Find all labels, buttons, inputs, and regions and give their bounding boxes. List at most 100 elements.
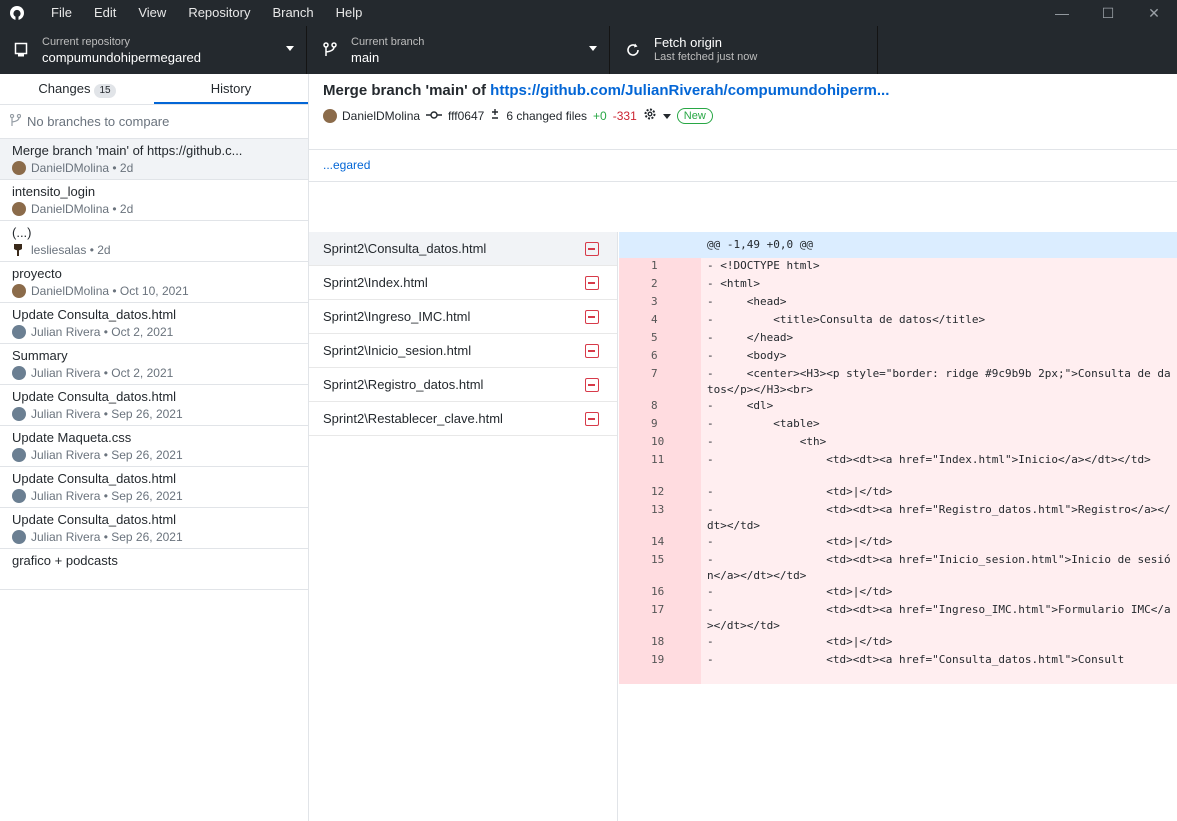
diff-icon [490, 108, 500, 123]
diff-line[interactable]: 9 - <table> [619, 416, 1177, 434]
menu-edit[interactable]: Edit [83, 0, 127, 26]
file-path: Sprint2\Index.html [323, 275, 428, 290]
commit-date: Oct 2, 2021 [111, 366, 174, 380]
commit-item[interactable]: Update Consulta_datos.html Julian Rivera… [0, 303, 308, 344]
commit-date: Sep 26, 2021 [111, 530, 183, 544]
hunk-text: @@ -1,49 +0,0 @@ [707, 238, 813, 251]
commit-item[interactable]: Merge branch 'main' of https://github.c.… [0, 139, 308, 180]
menu-branch[interactable]: Branch [261, 0, 324, 26]
diff-lines: 1 - <!DOCTYPE html> 2 - <html> 3 - <head> 4 - <… [619, 258, 1177, 684]
deletions-count: -331 [612, 108, 637, 123]
diff-line[interactable]: 16 - <td>|</td> [619, 584, 1177, 602]
file-item[interactable]: Sprint2\Index.html [309, 266, 617, 300]
file-item[interactable]: Sprint2\Inicio_sesion.html [309, 334, 617, 368]
diff-line[interactable]: 7- <center><H3><p style="border: ridge #… [619, 366, 1177, 398]
commit-sha[interactable]: fff0647 [448, 109, 484, 123]
line-number: 14 [619, 534, 701, 552]
branch-compare-icon [9, 113, 22, 130]
minimize-button[interactable]: — [1039, 0, 1085, 26]
diff-line[interactable]: 12 - <td>|</td> [619, 484, 1177, 502]
commit-author: lesliesalas [31, 243, 87, 257]
commit-item[interactable]: intensito_login DanielDMolina • 2d [0, 180, 308, 221]
menu-help[interactable]: Help [325, 0, 374, 26]
commit-description[interactable]: ...egared [309, 150, 1177, 182]
commit-item[interactable]: Update Maqueta.css Julian Rivera • Sep 2… [0, 426, 308, 467]
line-number: 2 [619, 276, 701, 294]
line-number: 11 [619, 452, 701, 484]
changes-count-badge: 15 [94, 84, 116, 98]
close-button[interactable]: ✕ [1131, 0, 1177, 26]
diff-line[interactable]: 11 - <td><dt><a href="Index.html">Inicio<… [619, 452, 1177, 484]
menu-file[interactable]: File [40, 0, 83, 26]
diff-line[interactable]: 6 - <body> [619, 348, 1177, 366]
file-deleted-icon [585, 412, 599, 426]
diff-line[interactable]: 8 - <dl> [619, 398, 1177, 416]
file-item[interactable]: Sprint2\Ingreso_IMC.html [309, 300, 617, 334]
commit-item[interactable]: Update Consulta_datos.html Julian Rivera… [0, 467, 308, 508]
commit-item[interactable]: proyecto DanielDMolina • Oct 10, 2021 [0, 262, 308, 303]
fetch-origin-button[interactable]: Fetch origin Last fetched just now [610, 26, 878, 74]
line-number: 16 [619, 584, 701, 602]
file-item[interactable]: Sprint2\Consulta_datos.html [309, 232, 617, 266]
diff-line[interactable]: 2 - <html> [619, 276, 1177, 294]
avatar [12, 489, 26, 503]
commit-date: Sep 26, 2021 [111, 448, 183, 462]
diff-view: @@ -1,49 +0,0 @@ 1 - <!DOCTYPE html> 2 - <h… [619, 232, 1177, 821]
line-number: 1 [619, 258, 701, 276]
line-content: - <td><dt><a href="Inicio_sesion.html">I… [707, 553, 1171, 582]
diff-line[interactable]: 15- <td><dt><a href="Inicio_sesion.html"… [619, 552, 1177, 584]
commit-item[interactable]: (...) lesliesalas • 2d [0, 221, 308, 262]
line-number: 7 [619, 366, 701, 398]
diff-line[interactable]: 4 - <title>Consulta de datos</title> [619, 312, 1177, 330]
avatar [12, 366, 26, 380]
diff-line[interactable]: 13- <td><dt><a href="Registro_datos.html… [619, 502, 1177, 534]
menu-repository[interactable]: Repository [177, 0, 261, 26]
commit-title: Merge branch 'main' of https://github.c.… [12, 143, 243, 158]
diff-line[interactable]: 18 - <td>|</td> [619, 634, 1177, 652]
commit-author: Julian Rivera [31, 530, 101, 544]
commit-title: Update Consulta_datos.html [12, 512, 177, 527]
diff-line[interactable]: 3 - <head> [619, 294, 1177, 312]
commit-summary-text: Merge branch 'main' of [323, 82, 491, 99]
commit-author: DanielDMolina [31, 161, 110, 175]
diff-line[interactable]: 10 - <th> [619, 434, 1177, 452]
avatar [12, 161, 26, 175]
menu-view[interactable]: View [127, 0, 177, 26]
avatar [12, 407, 26, 421]
file-deleted-icon [585, 378, 599, 392]
line-number: 4 [619, 312, 701, 330]
line-content: - <dl> [707, 399, 774, 412]
diff-line[interactable]: 1 - <!DOCTYPE html> [619, 258, 1177, 276]
commit-item[interactable]: Summary Julian Rivera • Oct 2, 2021 [0, 344, 308, 385]
diff-hunk-header: @@ -1,49 +0,0 @@ [619, 232, 1177, 258]
commit-item[interactable]: grafico + podcasts [0, 549, 308, 590]
chevron-down-icon[interactable] [662, 109, 671, 123]
current-repository-button[interactable]: Current repository compumundohipermegare… [0, 26, 307, 74]
diff-line[interactable]: 5 - </head> [619, 330, 1177, 348]
maximize-button[interactable]: ☐ [1085, 0, 1131, 26]
file-item[interactable]: Sprint2\Registro_datos.html [309, 368, 617, 402]
branch-compare-input[interactable]: No branches to compare [0, 105, 308, 139]
commit-summary-link[interactable]: https://github.com/JulianRiverah/compumu… [490, 82, 889, 99]
line-number: 10 [619, 434, 701, 452]
menu-bar: File Edit View Repository Branch Help [40, 0, 373, 26]
diff-line[interactable]: 19 - <td><dt><a href="Consulta_datos.html… [619, 652, 1177, 684]
current-branch-button[interactable]: Current branch main [307, 26, 610, 74]
diff-line[interactable]: 17- <td><dt><a href="Ingreso_IMC.html">F… [619, 602, 1177, 634]
tab-history[interactable]: History [154, 74, 308, 104]
tab-changes[interactable]: Changes 15 [0, 74, 154, 104]
line-content: - <!DOCTYPE html> [707, 259, 820, 272]
commit-date: 2d [97, 243, 111, 257]
commit-author: DanielDMolina [31, 202, 110, 216]
diff-line[interactable]: 14 - <td>|</td> [619, 534, 1177, 552]
line-content: - <td>|</td> [707, 585, 893, 598]
sidebar-tabs: Changes 15 History [0, 74, 308, 105]
commit-item[interactable]: Update Consulta_datos.html Julian Rivera… [0, 385, 308, 426]
tab-changes-label: Changes [38, 81, 91, 96]
commit-item[interactable]: Update Consulta_datos.html Julian Rivera… [0, 508, 308, 549]
commit-meta: DanielDMolina fff0647 6 changed files +0… [323, 107, 1177, 124]
line-number: 9 [619, 416, 701, 434]
gear-icon[interactable] [643, 107, 657, 124]
file-item[interactable]: Sprint2\Restablecer_clave.html [309, 402, 617, 436]
line-content: - <center><H3><p style="border: ridge #9… [707, 367, 1171, 396]
